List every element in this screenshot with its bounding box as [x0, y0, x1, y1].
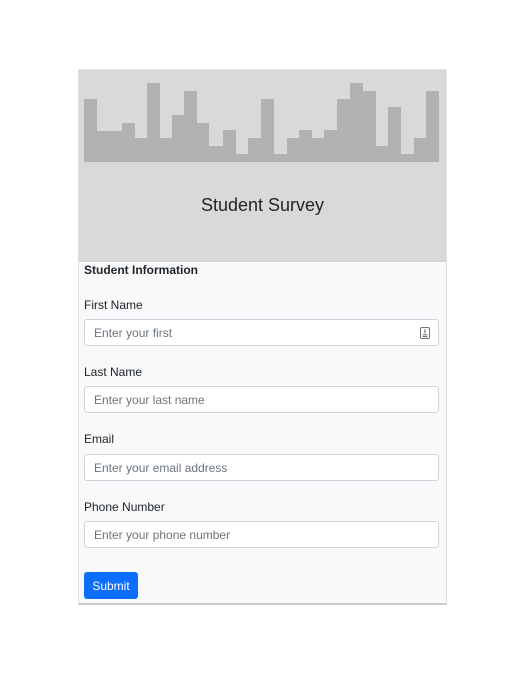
first-name-input[interactable]: [84, 319, 439, 346]
survey-card: Student Survey Student Information First…: [78, 69, 447, 605]
autofill-icon[interactable]: [420, 327, 430, 339]
phone-number-input[interactable]: [84, 521, 439, 548]
last-name-input[interactable]: [84, 386, 439, 413]
last-name-label: Last Name: [84, 365, 143, 379]
header-banner: Student Survey: [79, 70, 446, 262]
email-label: Email: [84, 432, 115, 446]
submit-button[interactable]: Submit: [84, 572, 138, 599]
email-input[interactable]: [84, 454, 439, 481]
survey-title: Student Survey: [200, 195, 325, 215]
city-skyline-icon: [84, 83, 439, 162]
first-name-label: First Name: [84, 298, 143, 312]
section-title: Student Information: [84, 263, 198, 277]
phone-number-label: Phone Number: [84, 500, 165, 514]
